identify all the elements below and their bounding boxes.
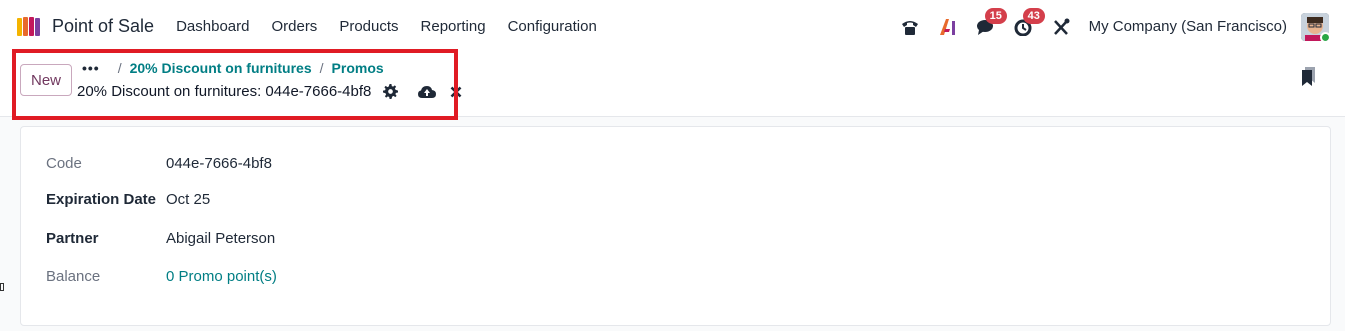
breadcrumb: ••• / 20% Discount on furnitures / Promo…: [82, 60, 384, 76]
field-code: Code 044e-7666-4bf8: [46, 155, 272, 172]
field-value[interactable]: Oct 25: [166, 191, 210, 208]
chat-badge: 15: [984, 7, 1007, 24]
field-label: Partner: [46, 230, 99, 247]
field-balance: Balance 0 Promo point(s): [46, 268, 277, 285]
online-status-dot: [1320, 31, 1329, 41]
breadcrumb-separator: /: [319, 60, 324, 76]
menu-configuration[interactable]: Configuration: [508, 18, 597, 35]
chat-icon[interactable]: 15: [973, 7, 1007, 40]
bookmark-icon[interactable]: [1301, 67, 1317, 92]
breadcrumb-more-button[interactable]: •••: [82, 60, 100, 76]
app-name[interactable]: Point of Sale: [52, 16, 154, 37]
phone-icon[interactable]: [897, 14, 923, 40]
gear-icon[interactable]: [383, 84, 399, 99]
pos-app-icon[interactable]: [16, 16, 42, 38]
systray: 15 43 My Company (San Francisco): [885, 7, 1329, 41]
window-edge-marker: [0, 283, 4, 291]
field-label: Code: [46, 155, 82, 172]
breadcrumb-separator: /: [117, 60, 122, 76]
breadcrumb-parent-link[interactable]: 20% Discount on furnitures: [130, 60, 312, 76]
discard-close-icon[interactable]: [450, 86, 462, 98]
record-title-row: 20% Discount on furnitures: 044e-7666-4b…: [77, 83, 462, 100]
menu-reporting[interactable]: Reporting: [421, 18, 486, 35]
field-value[interactable]: 044e-7666-4bf8: [166, 155, 272, 172]
field-label: Expiration Date: [46, 191, 157, 208]
menu-dashboard[interactable]: Dashboard: [176, 18, 249, 35]
tools-icon[interactable]: [1049, 14, 1075, 40]
menu-products[interactable]: Products: [339, 18, 398, 35]
top-navbar: Point of Sale Dashboard Orders Products …: [0, 0, 1345, 53]
control-panel: New ••• / 20% Discount on furnitures / P…: [0, 49, 1345, 120]
cloud-save-icon[interactable]: [418, 85, 437, 99]
activity-badge: 43: [1022, 7, 1045, 24]
form-sheet: Code 044e-7666-4bf8 Expiration Date Oct …: [20, 126, 1331, 326]
record-title: 20% Discount on furnitures: 044e-7666-4b…: [77, 83, 372, 100]
promo-points-link[interactable]: 0 Promo point(s): [166, 268, 277, 285]
new-button[interactable]: New: [20, 64, 72, 96]
ai-icon[interactable]: [935, 14, 961, 40]
activity-clock-icon[interactable]: 43: [1011, 7, 1045, 40]
field-label: Balance: [46, 268, 101, 285]
field-partner: Partner Abigail Peterson: [46, 230, 275, 247]
breadcrumb-promos-link[interactable]: Promos: [332, 60, 384, 76]
menu-orders[interactable]: Orders: [271, 18, 317, 35]
field-value[interactable]: Abigail Peterson: [166, 230, 275, 247]
user-avatar[interactable]: [1301, 12, 1329, 41]
field-expiration-date: Expiration Date Oct 25: [46, 191, 210, 208]
company-switcher[interactable]: My Company (San Francisco): [1089, 18, 1287, 35]
